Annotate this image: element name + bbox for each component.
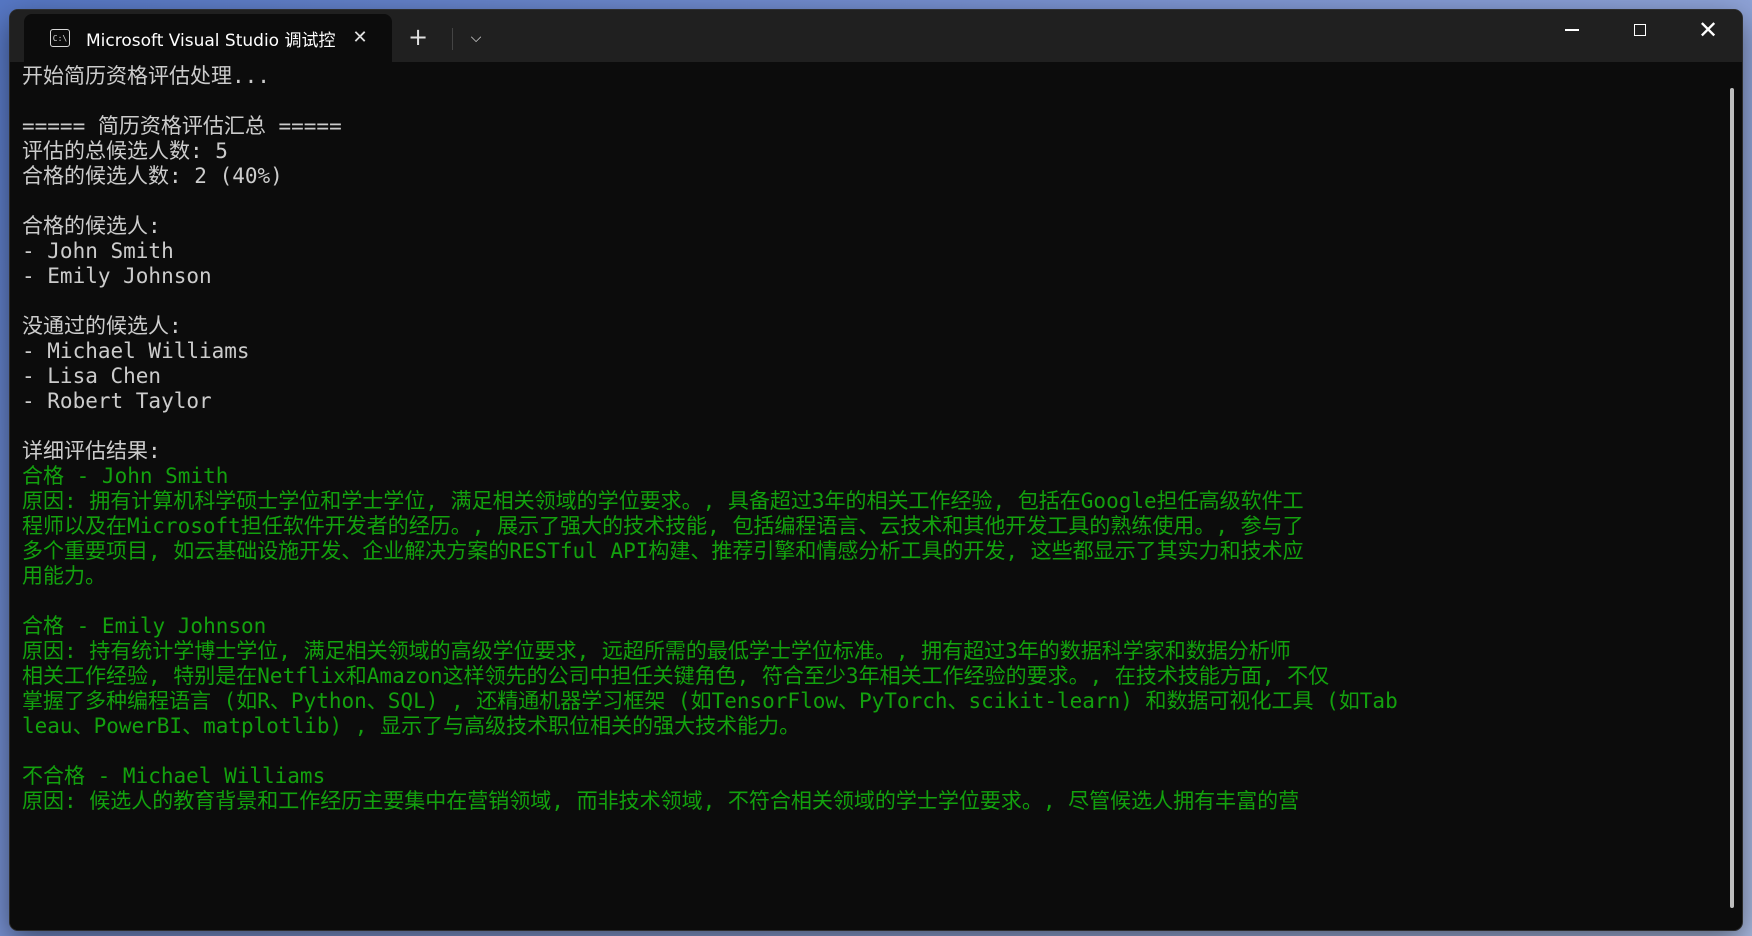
tab-title: Microsoft Visual Studio 调试控制台 [86,30,336,51]
console-line: - Emily Johnson [22,264,212,288]
console-line: 程师以及在Microsoft担任软件开发者的经历。, 展示了强大的技术技能, 包… [22,514,1304,538]
console-line: 用能力。 [22,564,106,588]
console-line: - Lisa Chen [22,364,162,388]
close-tab-icon[interactable]: ✕ [348,26,372,50]
tab-divider [452,28,453,50]
tab-dropdown-button[interactable]: ⌵ [460,24,492,52]
console-line: 掌握了多种编程语言 (如R、Python、SQL) , 还精通机器学习框架 (如… [22,689,1398,713]
console-line: 相关工作经验, 特别是在Netflix和Amazon这样领先的公司中担任关键角色… [22,664,1330,688]
console-output[interactable]: 开始简历资格评估处理... ===== 简历资格评估汇总 ===== 评估的总候选人… [10,64,1720,930]
new-tab-button[interactable]: + [402,24,434,52]
console-line: 合格 - John Smith [22,464,229,488]
console-line: 合格 - Emily Johnson [22,614,267,638]
console-line: 原因: 持有统计学博士学位, 满足相关领域的高级学位要求, 远超所需的最低学士学… [22,639,1291,663]
console-line: 原因: 拥有计算机科学硕士学位和学士学位, 满足相关领域的学位要求。, 具备超过… [22,489,1304,513]
console-line: 合格的候选人数: 2 (40%) [22,164,283,188]
close-icon: ✕ [1697,16,1719,44]
console-line: 没通过的候选人: [22,314,182,338]
close-window-button[interactable]: ✕ [1674,10,1742,50]
console-line: ===== 简历资格评估汇总 ===== [22,114,342,138]
tab-debug-console[interactable]: C:\ Microsoft Visual Studio 调试控制台 ✕ [24,14,392,62]
console-line: 不合格 - Michael Williams [22,764,326,788]
chevron-down-icon: ⌵ [470,30,482,46]
console-line: leau、PowerBI、matplotlib) , 显示了与高级技术职位相关的… [22,714,801,738]
minimize-button[interactable] [1538,10,1606,50]
console-line: 多个重要项目, 如云基础设施开发、企业解决方案的RESTful API构建、推荐… [22,539,1304,563]
desktop-background: C:\ Microsoft Visual Studio 调试控制台 ✕ + ⌵ … [0,0,1752,936]
console-line: - John Smith [22,239,174,263]
console-line: - Robert Taylor [22,389,212,413]
minimize-icon [1565,29,1579,31]
console-text: 开始简历资格评估处理... ===== 简历资格评估汇总 ===== 评估的总候选人… [22,64,1712,814]
console-line: 合格的候选人: [22,214,161,238]
maximize-button[interactable] [1606,10,1674,50]
console-icon: C:\ [50,29,70,47]
terminal-window: C:\ Microsoft Visual Studio 调试控制台 ✕ + ⌵ … [10,10,1742,930]
console-line: 原因: 候选人的教育背景和工作经历主要集中在营销领域, 而非技术领域, 不符合相… [22,789,1300,813]
console-line: - Michael Williams [22,339,250,363]
console-line: 评估的总候选人数: 5 [22,139,228,163]
title-bar[interactable]: C:\ Microsoft Visual Studio 调试控制台 ✕ + ⌵ … [10,10,1742,62]
vertical-scrollbar[interactable] [1730,88,1734,908]
console-line: 开始简历资格评估处理... [22,64,270,88]
maximize-icon [1634,24,1646,36]
console-line: 详细评估结果: [22,439,161,463]
